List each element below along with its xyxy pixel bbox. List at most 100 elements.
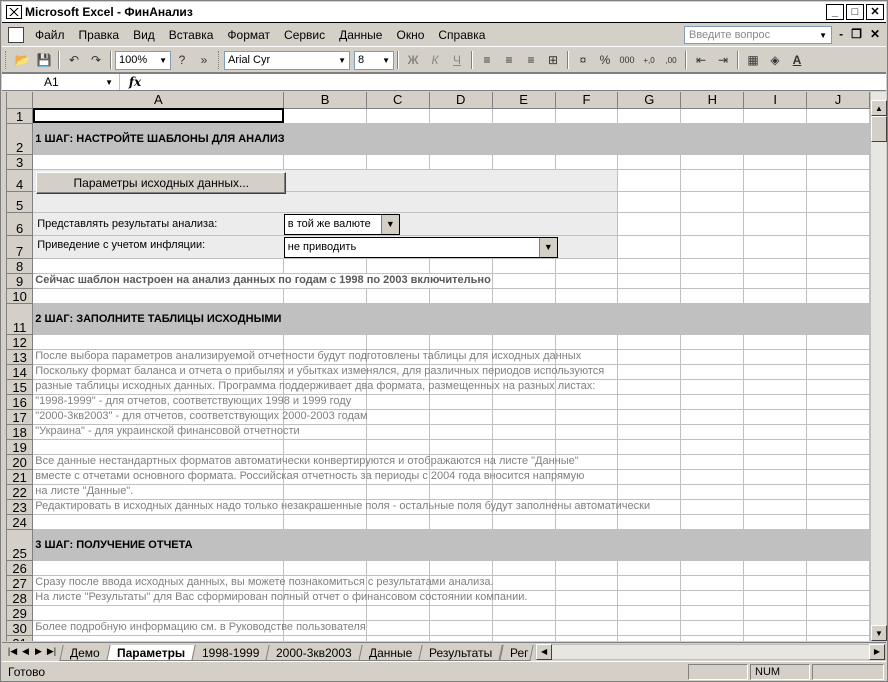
font-color-icon[interactable]: A [786, 50, 808, 70]
inflation-select[interactable]: не приводить ▼ [283, 236, 558, 258]
row-header[interactable]: 10 [7, 288, 34, 304]
zoom-select[interactable]: 100% ▼ [115, 50, 171, 70]
scroll-thumb[interactable] [871, 116, 887, 142]
increase-indent-icon[interactable]: ⇥ [712, 50, 734, 70]
redo-icon[interactable]: ↷ [85, 50, 107, 70]
row-header[interactable]: 24 [7, 514, 34, 530]
tab-1998-1999[interactable]: 1998-1999 [191, 644, 270, 661]
tab-reg[interactable]: Рег [498, 644, 533, 661]
menu-file[interactable]: Файл [28, 28, 72, 42]
doc-restore-button[interactable]: ❐ [851, 27, 862, 41]
column-header[interactable]: F [555, 92, 619, 109]
row-header[interactable]: 27 [7, 575, 34, 591]
tab-data[interactable]: Данные [358, 644, 424, 661]
font-select[interactable]: Arial Cyr ▼ [224, 50, 350, 70]
row-header[interactable]: 14 [7, 364, 34, 380]
step2-heading-cell[interactable]: 2 ШАГ: ЗАПОЛНИТЕ ТАБЛИЦЫ ИСХОДНЫМИ ДАННЫ… [32, 303, 344, 335]
scroll-left-icon[interactable]: ◀ [536, 643, 553, 660]
cell-a1[interactable] [32, 108, 285, 124]
align-right-icon[interactable]: ≡ [520, 50, 542, 70]
document-icon[interactable] [8, 27, 24, 43]
align-left-icon[interactable]: ≡ [476, 50, 498, 70]
row-header[interactable]: 21 [7, 469, 34, 485]
row-header[interactable]: 1 [7, 108, 34, 124]
row-header[interactable]: 25 [7, 529, 34, 561]
row-header[interactable]: 2 [7, 123, 34, 155]
row-header[interactable]: 19 [7, 439, 34, 455]
column-header[interactable]: G [617, 92, 682, 109]
column-header[interactable]: A [32, 92, 285, 109]
row-header[interactable]: 3 [7, 154, 34, 170]
prev-sheet-icon[interactable]: ◀ [19, 646, 32, 657]
currency-icon[interactable]: ¤ [572, 50, 594, 70]
first-sheet-icon[interactable]: |◀ [6, 646, 19, 657]
menu-tools[interactable]: Сервис [277, 28, 332, 42]
row-header[interactable]: 13 [7, 349, 34, 365]
row-header[interactable]: 29 [7, 605, 34, 621]
scroll-right-icon[interactable]: ▶ [869, 643, 885, 660]
decrease-indent-icon[interactable]: ⇤ [690, 50, 712, 70]
menu-view[interactable]: Вид [126, 28, 162, 42]
column-header[interactable]: J [806, 92, 870, 109]
insert-function-icon[interactable]: fx [120, 75, 150, 89]
row-header[interactable]: 15 [7, 379, 34, 395]
row-header[interactable]: 7 [7, 235, 34, 259]
maximize-button[interactable]: □ [846, 4, 864, 20]
undo-icon[interactable]: ↶ [63, 50, 85, 70]
row-header[interactable]: 5 [7, 191, 34, 213]
open-icon[interactable]: 📂 [11, 50, 33, 70]
menu-insert[interactable]: Вставка [162, 28, 221, 42]
row-header[interactable]: 30 [7, 620, 34, 636]
column-header[interactable]: D [429, 92, 493, 109]
percent-icon[interactable]: % [594, 50, 616, 70]
minimize-button[interactable]: _ [826, 4, 844, 20]
row-header[interactable]: 9 [7, 273, 34, 289]
name-box[interactable]: A1 ▼ [2, 74, 120, 90]
row-header[interactable]: 4 [7, 169, 34, 192]
menu-help[interactable]: Справка [431, 28, 492, 42]
tab-demo[interactable]: Демо [59, 644, 111, 661]
doc-close-button[interactable]: ✕ [870, 27, 880, 41]
close-button[interactable]: ✕ [866, 4, 884, 20]
menu-data[interactable]: Данные [332, 28, 389, 42]
tab-2000-3q2003[interactable]: 2000-3кв2003 [265, 644, 363, 661]
row-header[interactable]: 11 [7, 303, 34, 335]
row-header[interactable]: 20 [7, 454, 34, 470]
vertical-scrollbar[interactable]: ▲ ▼ [870, 92, 887, 641]
column-header[interactable]: B [283, 92, 367, 109]
borders-icon[interactable]: ▦ [742, 50, 764, 70]
column-header[interactable]: H [680, 92, 745, 109]
currency-select[interactable]: в той же валюте ▼ [283, 213, 400, 235]
scroll-down-icon[interactable]: ▼ [871, 625, 887, 641]
horizontal-scrollbar[interactable]: ◀ ▶ [535, 643, 886, 660]
step3-heading-cell[interactable]: 3 ШАГ: ПОЛУЧЕНИЕ ОТЧЕТА [32, 529, 284, 561]
merge-cells-icon[interactable]: ⊞ [542, 50, 564, 70]
menu-window[interactable]: Окно [389, 28, 431, 42]
spreadsheet-grid[interactable]: A B C D E F G H I J 1 2 1 ШАГ: НАСТРОЙТЕ… [6, 92, 870, 641]
row-header[interactable]: 18 [7, 424, 34, 440]
row-header[interactable]: 6 [7, 212, 34, 236]
row-header[interactable]: 16 [7, 394, 34, 410]
tab-results[interactable]: Результаты [418, 644, 504, 661]
underline-icon[interactable]: Ч [446, 50, 468, 70]
scroll-up-icon[interactable]: ▲ [871, 100, 887, 116]
row-header[interactable]: 8 [7, 258, 34, 274]
select-all-corner[interactable] [7, 92, 34, 109]
row-header[interactable]: 12 [7, 334, 34, 350]
menu-edit[interactable]: Правка [72, 28, 127, 42]
align-center-icon[interactable]: ≡ [498, 50, 520, 70]
last-sheet-icon[interactable]: ▶| [45, 646, 58, 657]
help-icon[interactable]: ? [171, 50, 193, 70]
increase-decimal-icon[interactable]: +,0 [638, 50, 660, 70]
row-header[interactable]: 31 [7, 635, 34, 641]
row-header[interactable]: 26 [7, 560, 34, 576]
thousands-icon[interactable]: 000 [616, 50, 638, 70]
save-icon[interactable]: 💾 [33, 50, 55, 70]
column-header[interactable]: I [743, 92, 808, 109]
column-header[interactable]: E [492, 92, 556, 109]
menu-format[interactable]: Формат [220, 28, 277, 42]
fill-color-icon[interactable]: ◈ [764, 50, 786, 70]
column-header[interactable]: C [366, 92, 430, 109]
font-size-select[interactable]: 8 ▼ [354, 50, 394, 70]
help-search-input[interactable]: Введите вопрос ▼ [684, 26, 832, 44]
